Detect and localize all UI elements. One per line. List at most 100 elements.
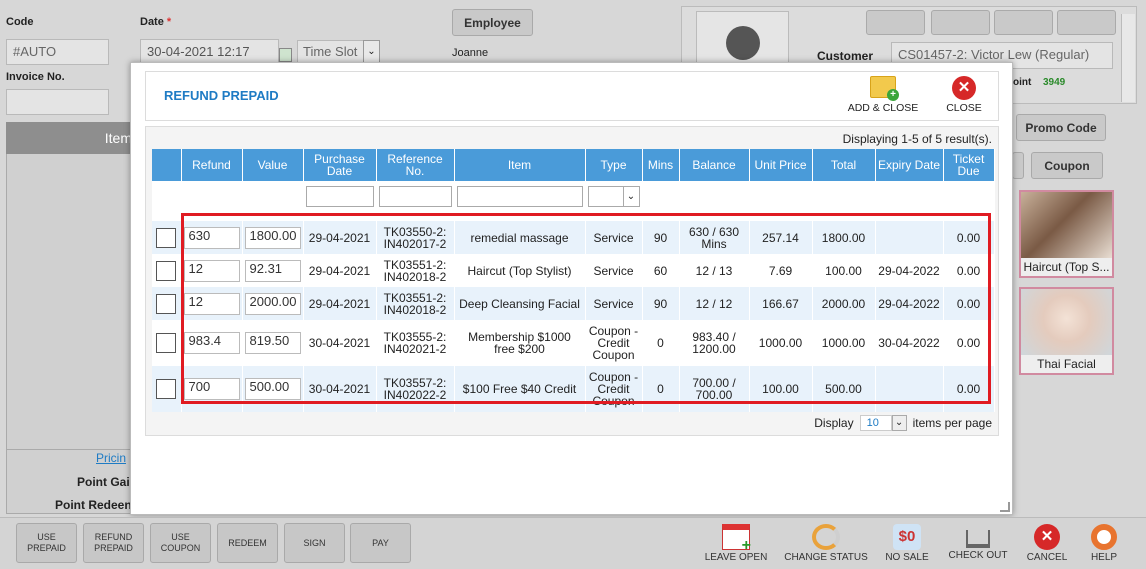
column-header[interactable]: Item [454, 149, 586, 181]
add-close-label: ADD & CLOSE [847, 102, 919, 114]
employee-button[interactable]: Employee [452, 9, 533, 36]
filter-row: ⌄ [152, 181, 995, 211]
invoice-label: Invoice No. [6, 71, 65, 83]
divider [6, 449, 136, 450]
pager: Display 10 ⌄ items per page [814, 415, 992, 431]
tool-label: LEAVE OPEN [704, 552, 768, 563]
purchase-date-filter[interactable] [305, 185, 374, 207]
point-gained-label: Point Gain [77, 475, 137, 489]
column-header[interactable]: Reference No. [376, 149, 455, 181]
coupon-button[interactable]: Coupon [1031, 152, 1103, 179]
use-prepaid-button[interactable]: USE PREPAID [16, 523, 77, 563]
column-header[interactable]: Expiry Date [875, 149, 944, 181]
items-per-page-label: items per page [912, 416, 992, 430]
point-value: 3949 [1043, 77, 1066, 88]
chevron-down-icon[interactable]: ⌄ [363, 40, 380, 64]
facial-image [1021, 289, 1112, 355]
cancel-button[interactable]: ✕ CANCEL [1022, 524, 1072, 563]
column-header[interactable]: Refund [181, 149, 243, 181]
reference-filter[interactable] [378, 185, 452, 207]
refund-prepaid-button[interactable]: REFUND PREPAID [83, 523, 144, 563]
chevron-down-icon[interactable]: ⌄ [891, 415, 907, 431]
calendar-add-icon: + [722, 524, 751, 554]
haircut-image [1021, 192, 1112, 258]
column-header[interactable]: Purchase Date [303, 149, 377, 181]
sign-button[interactable]: SIGN [284, 523, 345, 563]
edit-icon[interactable] [994, 10, 1053, 35]
type-filter[interactable]: ⌄ [587, 185, 640, 207]
service-card-haircut[interactable]: Haircut (Top S... [1019, 190, 1114, 278]
pricing-link[interactable]: Pricin [96, 451, 126, 465]
change-status-button[interactable]: CHANGE STATUS [782, 524, 870, 563]
close-label: CLOSE [946, 102, 982, 114]
check-out-button[interactable]: CHECK OUT [944, 524, 1012, 561]
pay-button[interactable]: PAY [350, 523, 411, 563]
folder-add-icon: + [870, 76, 899, 101]
point-label: oint [1013, 77, 1032, 88]
chevron-down-icon[interactable]: ⌄ [622, 186, 639, 206]
redeem-button[interactable]: REDEEM [217, 523, 278, 563]
tool-label: CHANGE STATUS [784, 552, 868, 563]
partial-button[interactable] [1012, 152, 1024, 179]
cart-icon [966, 530, 990, 548]
tool-label: CHECK OUT [948, 550, 1008, 561]
service-caption: Haircut (Top S... [1023, 260, 1110, 274]
promo-code-button[interactable]: Promo Code [1016, 114, 1106, 141]
calendar-icon[interactable] [279, 48, 292, 62]
modal-header: REFUND PREPAID + ADD & CLOSE ✕ CLOSE [145, 71, 999, 121]
displaying-text: Displaying 1-5 of 5 result(s). [842, 132, 992, 146]
column-header[interactable]: Unit Price [749, 149, 813, 181]
scrollbar[interactable] [1121, 14, 1135, 102]
cancel-icon: ✕ [1034, 524, 1060, 550]
modal-title: REFUND PREPAID [164, 88, 279, 103]
display-label: Display [814, 416, 854, 430]
refund-prepaid-modal: REFUND PREPAID + ADD & CLOSE ✕ CLOSE Dis… [130, 62, 1013, 515]
point-redeemed-label: Point Redeen [55, 498, 132, 512]
close-button[interactable]: ✕ CLOSE [940, 76, 988, 114]
resize-handle-icon[interactable] [1000, 502, 1010, 512]
select-column-header [152, 149, 182, 181]
tool-label: CANCEL [1026, 552, 1068, 563]
group-icon[interactable] [931, 10, 990, 35]
row-checkbox[interactable] [156, 293, 177, 314]
avatar-icon [725, 26, 760, 60]
item-filter[interactable] [456, 185, 583, 207]
code-label: Code [6, 16, 34, 28]
date-label: Date * [140, 16, 172, 28]
table-header-row: Refund Value Purchase Date Reference No.… [152, 149, 995, 181]
highlight-box [181, 213, 991, 404]
use-coupon-button[interactable]: USE COUPON [150, 523, 211, 563]
column-header[interactable]: Balance [679, 149, 750, 181]
invoice-field[interactable] [6, 89, 109, 115]
service-card-thai-facial[interactable]: Thai Facial [1019, 287, 1114, 375]
required-marker: * [166, 16, 172, 28]
leave-open-button[interactable]: + LEAVE OPEN [700, 524, 772, 563]
refresh-icon [812, 524, 840, 550]
item-header-label: Item [104, 130, 132, 146]
customer-label: Customer [817, 49, 874, 63]
no-sale-button[interactable]: $0 NO SALE [880, 524, 934, 563]
no-sale-icon: $0 [893, 524, 921, 550]
row-checkbox[interactable] [156, 333, 177, 353]
item-header: Item [6, 122, 136, 154]
card-icon[interactable] [866, 10, 925, 35]
timeslot-select[interactable]: Time Slot [297, 40, 364, 64]
tool-label: NO SALE [885, 552, 929, 563]
code-field[interactable]: #AUTO [6, 39, 109, 65]
page-size-select[interactable]: 10 [859, 415, 892, 431]
row-checkbox[interactable] [156, 260, 177, 281]
column-header[interactable]: Total [812, 149, 876, 181]
document-icon[interactable] [1057, 10, 1116, 35]
help-button[interactable]: HELP [1082, 524, 1126, 563]
column-header[interactable]: Mins [642, 149, 680, 181]
column-header[interactable]: Ticket Due [943, 149, 995, 181]
row-checkbox[interactable] [156, 379, 177, 399]
tool-label: HELP [1090, 552, 1118, 563]
close-icon: ✕ [952, 76, 976, 100]
column-header[interactable]: Type [585, 149, 643, 181]
add-close-button[interactable]: + ADD & CLOSE [842, 76, 924, 114]
service-caption: Thai Facial [1037, 357, 1096, 371]
row-checkbox[interactable] [156, 227, 177, 248]
employee-name: Joanne [452, 47, 489, 59]
column-header[interactable]: Value [242, 149, 304, 181]
